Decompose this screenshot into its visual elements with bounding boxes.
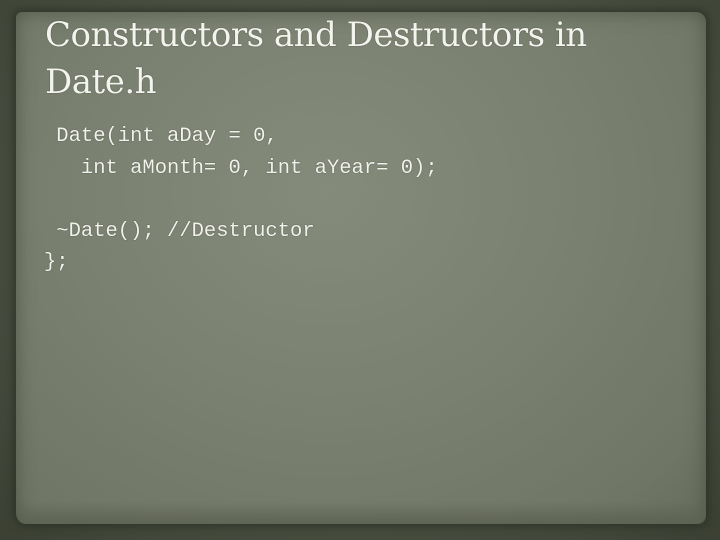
title-line-2: Date.h — [45, 62, 157, 102]
code-line: int aMonth= 0, int aYear= 0); — [44, 156, 438, 180]
code-block: Date(int aDay = 0, int aMonth= 0, int aY… — [44, 121, 438, 279]
code-line: ~Date(); //Destructor — [44, 219, 315, 243]
title-line-1: Constructors and Destructors in — [45, 15, 587, 55]
code-line: Date(int aDay = 0, — [44, 125, 278, 148]
slide-title: Constructors and Destructors in Date.h — [45, 12, 665, 106]
code-line: }; — [44, 251, 69, 274]
